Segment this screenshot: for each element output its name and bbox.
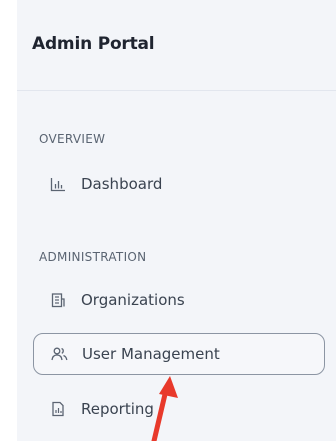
building-icon (49, 291, 67, 309)
sidebar-item-label: User Management (82, 345, 220, 363)
users-icon (50, 345, 68, 363)
section-label-overview: OVERVIEW (39, 132, 106, 146)
section-label-administration: ADMINISTRATION (39, 250, 147, 264)
app-title: Admin Portal (32, 34, 155, 54)
sidebar-item-dashboard[interactable]: Dashboard (33, 163, 325, 205)
annotation-arrow (151, 376, 178, 441)
report-icon (49, 400, 67, 418)
sidebar-item-organizations[interactable]: Organizations (33, 279, 325, 321)
sidebar-item-label: Dashboard (81, 175, 163, 193)
bar-chart-icon (49, 175, 67, 193)
sidebar-header: Admin Portal (17, 0, 336, 91)
sidebar-item-label: Organizations (81, 291, 185, 309)
